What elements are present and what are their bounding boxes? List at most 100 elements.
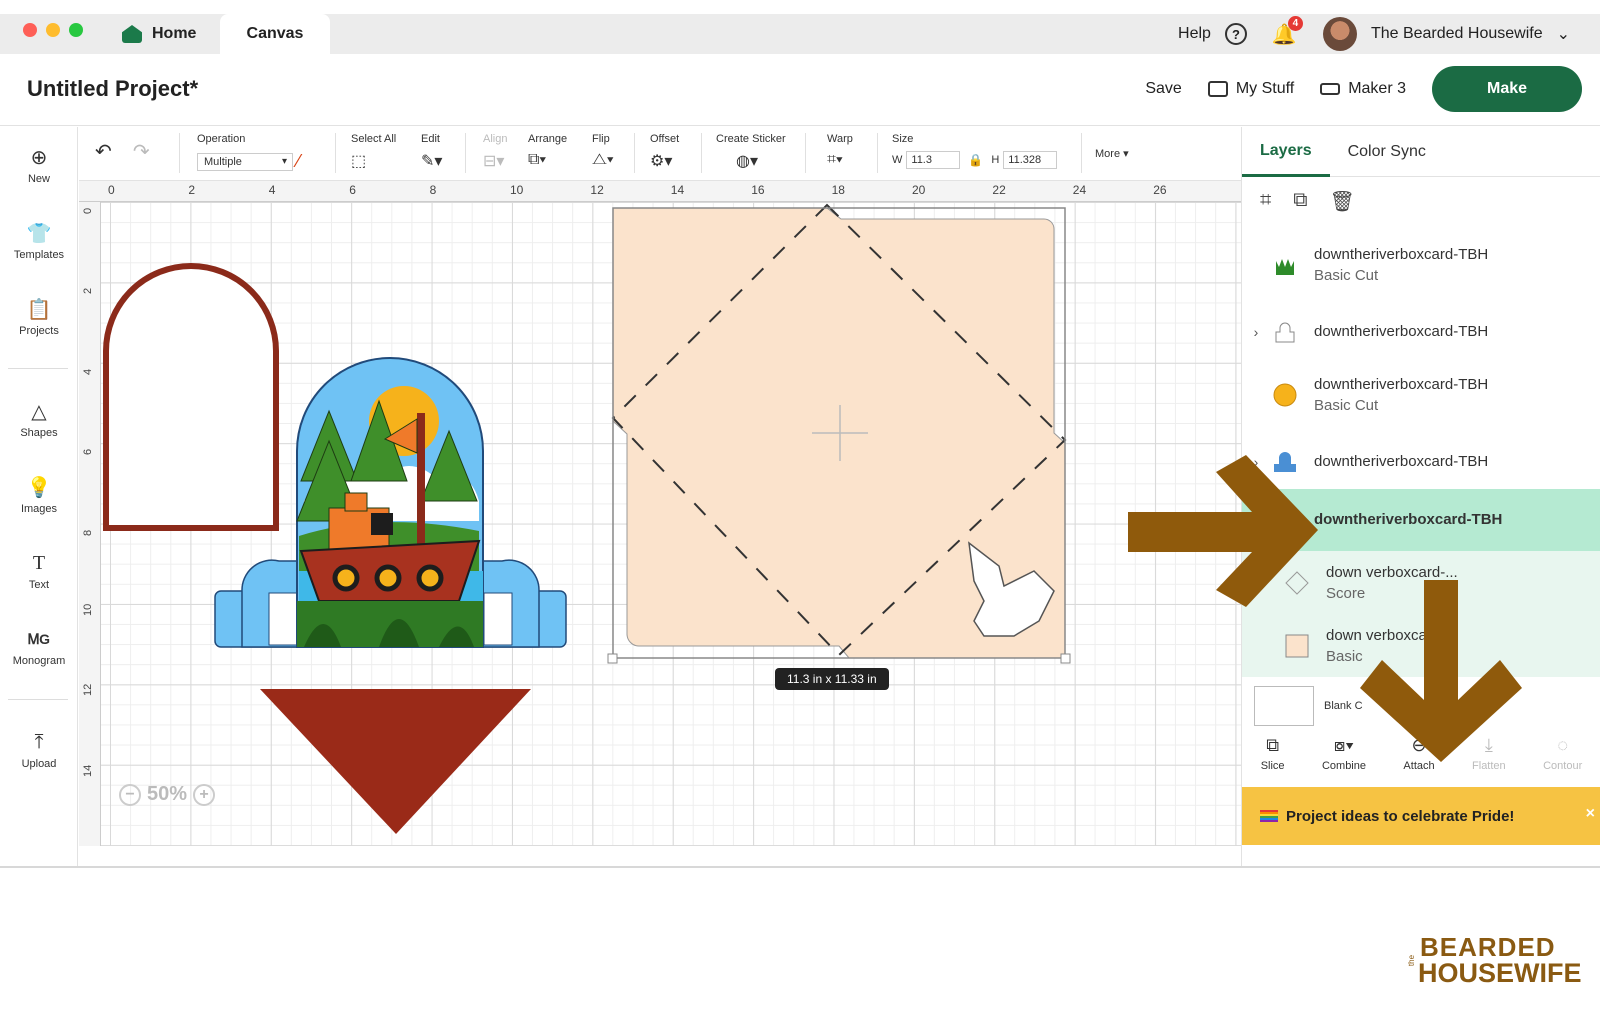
user-name[interactable]: The Bearded Housewife bbox=[1371, 25, 1543, 43]
chevron-down-icon[interactable]: ⌄ bbox=[1557, 24, 1570, 44]
layer-thumbnail bbox=[1282, 569, 1312, 597]
sidebar-item-new[interactable]: ⊕ New bbox=[0, 145, 78, 186]
home-icon bbox=[122, 25, 142, 43]
minimize-window-button[interactable] bbox=[46, 23, 60, 37]
sidebar-item-label: Text bbox=[28, 579, 50, 591]
slice-label: Slice bbox=[1260, 760, 1285, 772]
warp-icon: ⌗▾ bbox=[827, 151, 843, 168]
edit-group[interactable]: Edit ✎▾ bbox=[421, 133, 442, 171]
duplicate-icon[interactable]: ⧉ bbox=[1293, 189, 1307, 214]
sidebar-item-projects[interactable]: 📋 Projects bbox=[0, 297, 78, 338]
zoom-in-button[interactable]: + bbox=[193, 783, 216, 806]
sidebar-item-label: Shapes bbox=[20, 427, 58, 439]
layer-row[interactable]: downtheriverboxcard-TBH Basic Cut bbox=[1242, 235, 1600, 295]
close-window-button[interactable] bbox=[23, 23, 37, 37]
tab-home[interactable]: Home bbox=[100, 14, 220, 54]
arrange-icon: ⧉▾ bbox=[528, 151, 547, 168]
offset-icon: ⚙▾ bbox=[650, 153, 673, 170]
arch-frame-layer[interactable] bbox=[103, 263, 279, 531]
blank-canvas-row[interactable]: Blank C bbox=[1242, 677, 1600, 735]
arrange-group[interactable]: Arrange ⧉▾ bbox=[528, 133, 567, 169]
machine-selector[interactable]: Maker 3 bbox=[1320, 80, 1406, 98]
sidebar-item-templates[interactable]: 👕 Templates bbox=[0, 221, 78, 262]
promo-banner[interactable]: Project ideas to celebrate Pride! × bbox=[1242, 787, 1600, 845]
notifications-bell-icon[interactable]: 🔔 4 bbox=[1271, 16, 1303, 46]
attach-button[interactable]: ⊖ Attach bbox=[1403, 735, 1434, 785]
sidebar-item-label: Projects bbox=[19, 325, 59, 337]
save-button[interactable]: Save bbox=[1145, 80, 1181, 98]
flip-icon: ⧍▾ bbox=[592, 151, 614, 168]
create-sticker-group[interactable]: Create Sticker ◍▾ bbox=[716, 133, 786, 171]
layer-name: down verboxcard-... bbox=[1326, 563, 1458, 581]
help-icon[interactable]: ? bbox=[1224, 23, 1247, 45]
upload-icon: ⤒ bbox=[34, 730, 44, 753]
sidebar-item-shapes[interactable]: △ Shapes bbox=[0, 399, 78, 440]
page-title[interactable]: Untitled Project* bbox=[27, 76, 198, 102]
machine-label: Maker 3 bbox=[1348, 80, 1406, 97]
layer-row-child[interactable]: down verboxcard-... Score bbox=[1242, 551, 1600, 615]
offset-group[interactable]: Offset ⚙▾ bbox=[650, 133, 679, 171]
sidebar-item-text[interactable]: T Text bbox=[0, 551, 78, 592]
warp-group[interactable]: Warp ⌗▾ bbox=[827, 133, 853, 169]
layer-tools: ⌗ ⧉ 🗑 bbox=[1260, 189, 1355, 214]
zoom-out-button[interactable]: − bbox=[119, 783, 141, 806]
layer-operation: Basic Cut bbox=[1314, 397, 1379, 414]
rainbow-flag-icon bbox=[1260, 810, 1278, 822]
envelope-layer[interactable] bbox=[607, 203, 1071, 664]
sidebar-item-monogram[interactable]: ᎷG Monogram bbox=[0, 627, 78, 668]
group-icon[interactable]: ⌗ bbox=[1260, 189, 1271, 214]
warp-label: Warp bbox=[827, 133, 853, 145]
chevron-right-icon[interactable]: › bbox=[1242, 454, 1270, 470]
avatar[interactable] bbox=[1322, 17, 1357, 51]
layer-row[interactable]: › downtheriverboxcard-TBH bbox=[1242, 437, 1600, 487]
undo-icon[interactable]: ↶ bbox=[95, 141, 112, 163]
pen-color-icon[interactable]: ⁄ bbox=[297, 151, 300, 172]
triangle-layer[interactable] bbox=[260, 689, 531, 834]
monogram-icon: ᎷG bbox=[27, 630, 51, 647]
tab-layers[interactable]: Layers bbox=[1242, 127, 1330, 177]
select-all-group[interactable]: Select All ⬚ bbox=[351, 133, 396, 171]
flatten-button[interactable]: ⤓ Flatten bbox=[1472, 735, 1506, 785]
layer-thumbnail bbox=[1270, 251, 1300, 279]
combine-icon: ⧇▾ bbox=[1333, 735, 1355, 755]
align-group[interactable]: Align ⊟▾ bbox=[483, 133, 507, 171]
operation-select[interactable]: Multiple bbox=[197, 152, 293, 171]
make-button[interactable]: Make bbox=[1432, 66, 1582, 112]
layer-row[interactable]: › downtheriverboxcard-TBH bbox=[1242, 307, 1600, 357]
sidebar-item-upload[interactable]: ⤒ Upload bbox=[0, 730, 78, 771]
layer-name: downtheriverboxcard-TBH bbox=[1314, 375, 1489, 393]
layer-operation: Basic Cut bbox=[1314, 267, 1379, 284]
trash-icon[interactable]: 🗑 bbox=[1330, 189, 1355, 214]
edit-toolbar: ↶ ↷ Operation Multiple ⁄ Select All ⬚ Ed… bbox=[79, 127, 1241, 181]
height-input[interactable]: 11.328 bbox=[1003, 151, 1058, 169]
height-label: H bbox=[991, 154, 1000, 166]
size-label: Size bbox=[892, 133, 914, 145]
zoom-window-button[interactable] bbox=[69, 23, 83, 37]
layer-row-selected[interactable]: downtheriverboxcard-TBH bbox=[1242, 489, 1600, 551]
layer-thumbnail bbox=[1270, 381, 1300, 409]
redo-icon[interactable]: ↷ bbox=[133, 141, 150, 163]
sidebar-item-images[interactable]: 💡 Images bbox=[0, 475, 78, 516]
layer-row[interactable]: downtheriverboxcard-TBH Basic Cut bbox=[1242, 365, 1600, 425]
layer-row-child[interactable]: down verboxcard-... Basic bbox=[1242, 615, 1600, 677]
slice-button[interactable]: ⧉ Slice bbox=[1261, 735, 1285, 785]
flip-group[interactable]: Flip ⧍▾ bbox=[592, 133, 614, 169]
help-link[interactable]: Help bbox=[1178, 25, 1211, 43]
lock-icon[interactable]: 🔒 bbox=[968, 153, 983, 167]
width-input[interactable]: 11.3 bbox=[906, 151, 961, 169]
close-icon[interactable]: × bbox=[1586, 805, 1595, 823]
flip-label: Flip bbox=[592, 133, 610, 145]
project-actions: Save My Stuff Maker 3 Make bbox=[1145, 66, 1582, 112]
app-window: Home Canvas Help ? 🔔 4 The Bearded Housew… bbox=[0, 0, 1600, 868]
design-canvas[interactable]: 0 2 4 6 8 10 12 14 16 18 20 22 24 26 0 2 4 6 8 10 12 14 bbox=[79, 181, 1241, 846]
tab-canvas[interactable]: Canvas bbox=[220, 14, 330, 54]
my-stuff-button[interactable]: My Stuff bbox=[1207, 80, 1295, 98]
tab-color-sync[interactable]: Color Sync bbox=[1330, 127, 1444, 177]
lightbulb-icon: 💡 bbox=[26, 476, 52, 499]
more-button[interactable]: More ▾ bbox=[1095, 147, 1129, 160]
contour-button[interactable]: ◌ Contour bbox=[1543, 735, 1582, 785]
combine-button[interactable]: ⧇▾ Combine bbox=[1322, 735, 1366, 785]
my-stuff-label: My Stuff bbox=[1235, 80, 1295, 97]
chevron-right-icon[interactable]: › bbox=[1242, 324, 1270, 340]
blank-canvas-swatch[interactable] bbox=[1254, 686, 1314, 726]
